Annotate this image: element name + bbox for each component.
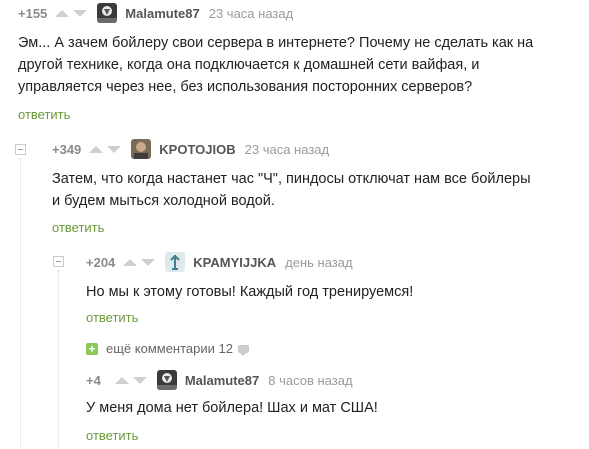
comment-time: 23 часа назад xyxy=(208,5,294,21)
comment-author[interactable]: Malamute87 xyxy=(125,6,199,21)
comments-bubble-icon xyxy=(237,344,249,356)
avatar[interactable] xyxy=(165,252,186,272)
comment-text-line: Эм... А зачем бойлеру свои сервера в инт… xyxy=(18,35,534,51)
comment: +204 KPAMYIJJKA день назад Но мы к этому… xyxy=(0,250,589,335)
avatar[interactable] xyxy=(97,3,118,23)
comment: +4 Malamute87 8 часов назад У меня дома … xyxy=(0,368,589,449)
reply-link[interactable]: ответить xyxy=(52,220,104,235)
upvote-icon[interactable] xyxy=(55,9,70,17)
comment-text: Затем, что когда настанет час "Ч", пиндо… xyxy=(52,168,531,212)
upvote-icon[interactable] xyxy=(123,258,138,266)
comment-header: +155 Malamute87 23 часа назад xyxy=(18,2,293,24)
comment-text-line: У меня дома нет бойлера! Шах и мат США! xyxy=(86,400,378,416)
avatar[interactable] xyxy=(131,139,152,159)
comment-time: 23 часа назад xyxy=(244,141,330,157)
downvote-icon[interactable] xyxy=(73,9,88,17)
more-comments-button[interactable]: + ещё комментарии 12 xyxy=(86,341,249,356)
comment-author[interactable]: KPOTOJIOB xyxy=(159,142,235,157)
comment-text-line: и будем мыться холодной водой. xyxy=(52,193,275,209)
upvote-icon[interactable] xyxy=(114,376,129,384)
reply-link[interactable]: ответить xyxy=(86,428,138,443)
comment-author[interactable]: Malamute87 xyxy=(185,373,259,388)
comment-rating: +155 xyxy=(18,5,48,21)
comment-text-line: Но мы к этому готовы! Каждый год трениру… xyxy=(86,284,414,300)
reply-link[interactable]: ответить xyxy=(18,107,70,122)
comment-rating: +204 xyxy=(86,254,116,270)
comment-text: У меня дома нет бойлера! Шах и мат США! xyxy=(86,397,378,419)
comment-text-line: другой технике, когда она подключается к… xyxy=(18,57,480,73)
plus-icon: + xyxy=(86,342,98,355)
comment-text: Но мы к этому готовы! Каждый год трениру… xyxy=(86,281,413,303)
upvote-icon[interactable] xyxy=(89,145,104,153)
comment-text-line: управляется через нее, без использования… xyxy=(18,79,473,95)
comment-rating: +349 xyxy=(52,141,82,157)
comment: +155 Malamute87 23 часа назад Эм... А за… xyxy=(0,0,589,130)
reply-link[interactable]: ответить xyxy=(86,310,138,325)
comment-author[interactable]: KPAMYIJJKA xyxy=(193,255,276,270)
comment-text: Эм... А зачем бойлеру свои сервера в инт… xyxy=(18,32,533,98)
comment-text-line: Затем, что когда настанет час "Ч", пиндо… xyxy=(52,171,531,187)
avatar[interactable] xyxy=(156,370,177,390)
downvote-icon[interactable] xyxy=(132,376,147,384)
downvote-icon[interactable] xyxy=(107,145,122,153)
comment-header: +349 KPOTOJIOB 23 часа назад xyxy=(52,138,329,160)
comment: +349 KPOTOJIOB 23 часа назад Затем, что … xyxy=(0,136,589,241)
comment-time: 8 часов назад xyxy=(268,372,353,388)
more-comments-label: ещё комментарии 12 xyxy=(106,341,233,356)
comment-header: +204 KPAMYIJJKA день назад xyxy=(86,251,353,273)
downvote-icon[interactable] xyxy=(141,258,156,266)
comment-rating: +4 xyxy=(86,372,101,388)
comment-header: +4 Malamute87 8 часов назад xyxy=(86,369,353,391)
comment-time: день назад xyxy=(285,254,353,270)
